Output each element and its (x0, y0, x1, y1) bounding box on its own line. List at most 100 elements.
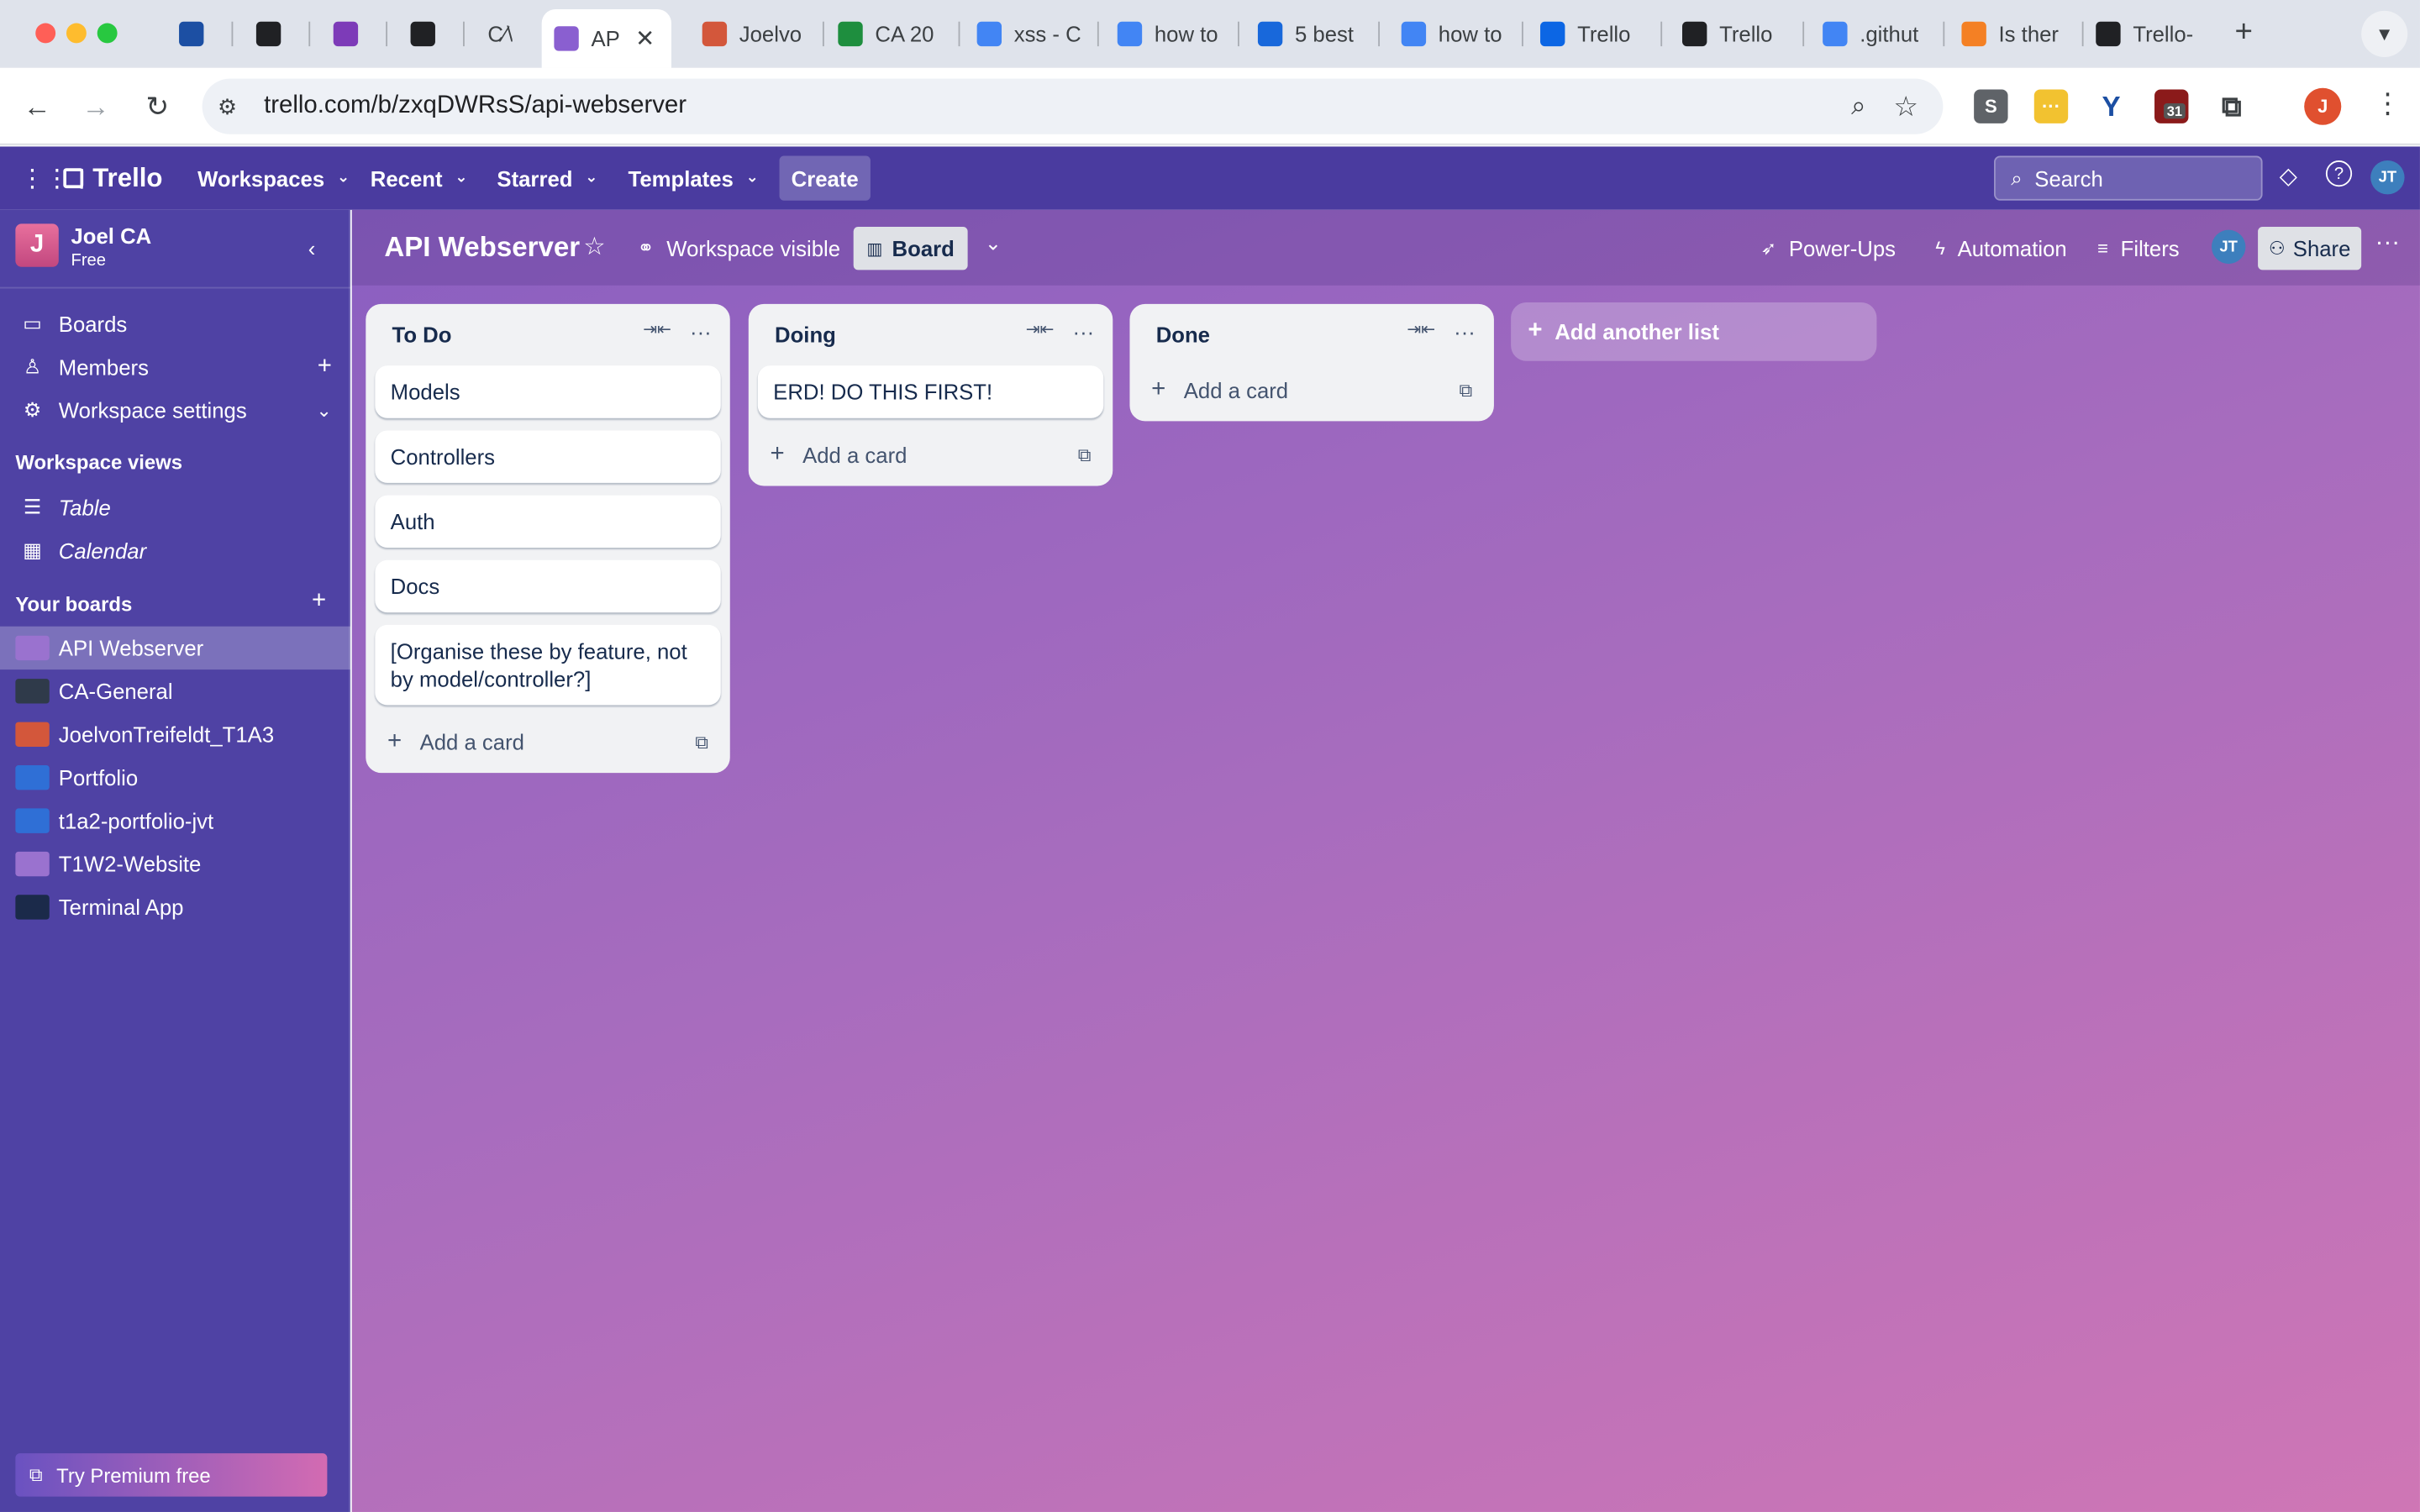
sidebar-board-item[interactable]: Portfolio (0, 756, 350, 799)
extension-dots-icon[interactable]: ··· (2033, 89, 2069, 123)
browser-tab[interactable]: CA 20 (826, 11, 955, 57)
collapse-sidebar-button[interactable]: ‹ (290, 228, 333, 269)
power-ups-button[interactable]: ➶ Power-Ups (1761, 227, 1896, 270)
browser-tab[interactable]: C⁄\ (476, 11, 537, 57)
sidebar-board-item[interactable]: API Webserver (0, 626, 350, 670)
card-template-icon[interactable]: ⧉ (1078, 444, 1092, 467)
filters-button[interactable]: ≡ Filters (2097, 227, 2180, 270)
browser-tab[interactable]: Trello- (2084, 11, 2213, 57)
tab-separator (1660, 21, 1663, 47)
new-tab-button[interactable]: + (2235, 15, 2253, 50)
add-list-button[interactable]: + Add another list (1511, 302, 1877, 361)
sidebar-item-workspace-settings[interactable]: ⚙ Workspace settings ⌄ (0, 389, 350, 432)
bookmark-star-icon[interactable]: ☆ (1893, 90, 1918, 123)
zoom-icon[interactable]: ⌕ (1851, 91, 1866, 122)
list-title[interactable]: To Do (392, 323, 452, 347)
browser-tab[interactable]: 5 best (1245, 11, 1375, 57)
chrome-menu-icon[interactable]: ⋮ (2374, 88, 2402, 121)
browser-tab[interactable] (398, 11, 460, 57)
card-template-icon[interactable]: ⧉ (695, 731, 708, 754)
browser-tab[interactable]: AP ✕ (541, 9, 671, 68)
list-menu-icon[interactable]: ··· (690, 319, 712, 344)
back-button[interactable]: ← (18, 88, 55, 125)
workspaces-menu[interactable]: Workspaces ⌄ (197, 146, 350, 209)
close-tab-icon[interactable]: ✕ (635, 24, 655, 52)
browser-tab[interactable]: Joelvo (690, 11, 819, 57)
extension-s-icon[interactable]: S (1974, 89, 2008, 123)
browser-tab[interactable]: how to (1105, 11, 1234, 57)
card-template-icon[interactable]: ⧉ (1459, 379, 1472, 402)
browser-tab[interactable]: Is ther (1949, 11, 2079, 57)
browser-tab[interactable]: Trello (1670, 11, 1799, 57)
notifications-icon[interactable]: ◇ (2280, 162, 2297, 190)
templates-menu[interactable]: Templates ⌄ (629, 146, 759, 209)
add-card-button[interactable]: + Add a card ⧉ (749, 424, 1113, 486)
search-input[interactable]: ⌕ Search (1994, 155, 2263, 201)
help-icon[interactable]: ? (2325, 160, 2353, 187)
recent-menu[interactable]: Recent ⌄ (371, 146, 468, 209)
list-menu-icon[interactable]: ··· (1073, 319, 1095, 344)
member-avatar[interactable]: JT (2211, 229, 2246, 265)
site-info-icon[interactable]: ⚙ (218, 93, 237, 119)
profile-avatar[interactable]: J (2304, 87, 2342, 125)
browser-tab[interactable]: how to (1389, 11, 1518, 57)
collapse-list-icon[interactable]: ⇥⇤ (1026, 319, 1055, 344)
sidebar-board-item[interactable]: CA-General (0, 669, 350, 712)
sidebar-board-item[interactable]: T1W2-Website (0, 843, 350, 885)
star-icon[interactable]: ☆ (583, 232, 605, 263)
close-window-button[interactable] (35, 23, 56, 44)
browser-tab[interactable]: .githut (1810, 11, 1939, 57)
collapse-list-icon[interactable]: ⇥⇤ (1407, 319, 1435, 344)
visibility-button[interactable]: ⚭ Workspace visible (638, 227, 840, 270)
collapse-list-icon[interactable]: ⇥⇤ (643, 319, 671, 344)
card[interactable]: Models (375, 365, 721, 418)
tab-search-button[interactable]: ▼ (2361, 10, 2408, 57)
browser-tab-title: Is ther (1998, 21, 2059, 47)
list-menu-icon[interactable]: ··· (1454, 319, 1476, 344)
chevron-down-icon[interactable]: ⌄ (985, 232, 1002, 256)
sidebar-item-boards[interactable]: ▭ Boards (0, 302, 350, 345)
trello-logo[interactable]: Trello (63, 146, 163, 209)
extensions-puzzle-icon[interactable]: ⧉ (2215, 90, 2249, 123)
card[interactable]: Docs (375, 559, 721, 613)
reload-button[interactable]: ↻ (139, 88, 176, 125)
ublock-extension-icon[interactable]: 31 (2154, 89, 2189, 123)
browser-tab[interactable]: xss - C (965, 11, 1094, 57)
browser-tab[interactable] (244, 11, 305, 57)
address-bar[interactable]: ⚙ trello.com/b/zxqDWRsS/api-webserver ⌕ … (202, 78, 1944, 134)
share-button[interactable]: ⚇ Share (2258, 226, 2362, 270)
starred-menu[interactable]: Starred ⌄ (497, 146, 597, 209)
add-card-button[interactable]: + Add a card ⧉ (1129, 360, 1493, 421)
more-options-icon[interactable]: ··· (2375, 230, 2400, 258)
board-view-button[interactable]: ▥ Board (853, 226, 968, 270)
browser-tab-title: Trello (1577, 21, 1631, 47)
account-avatar[interactable]: JT (2370, 160, 2405, 195)
sidebar-item-table[interactable]: ☰ Table (0, 486, 350, 529)
sidebar-board-item[interactable]: Terminal App (0, 885, 350, 928)
list-title[interactable]: Done (1156, 323, 1210, 347)
automation-button[interactable]: ϟ Automation (1935, 227, 2066, 270)
forward-button[interactable]: → (77, 88, 114, 125)
sidebar-board-item[interactable]: JoelvonTreifeldt_T1A3 (0, 713, 350, 756)
y-extension-icon[interactable]: Y (2094, 90, 2128, 123)
visibility-label: Workspace visible (666, 236, 841, 261)
try-premium-button[interactable]: ⧉ Try Premium free (15, 1453, 328, 1497)
create-button[interactable]: Create (779, 155, 871, 201)
add-board-icon[interactable]: + (312, 588, 326, 616)
browser-tab[interactable] (321, 11, 382, 57)
maximize-window-button[interactable] (97, 23, 118, 44)
board-title[interactable]: API Webserver (384, 232, 580, 265)
browser-tab[interactable]: Trello (1528, 11, 1657, 57)
list-title[interactable]: Doing (775, 323, 836, 347)
card[interactable]: Auth (375, 495, 721, 549)
add-member-icon[interactable]: + (318, 354, 332, 381)
card[interactable]: [Organise these by feature, not by model… (375, 624, 721, 706)
browser-tab[interactable] (166, 11, 228, 57)
sidebar-item-calendar[interactable]: ▦ Calendar (0, 529, 350, 572)
sidebar-item-members[interactable]: ♙ Members + (0, 345, 350, 388)
sidebar-board-item[interactable]: t1a2-portfolio-jvt (0, 799, 350, 842)
minimize-window-button[interactable] (66, 23, 87, 44)
add-card-button[interactable]: + Add a card ⧉ (366, 711, 729, 773)
card[interactable]: Controllers (375, 430, 721, 483)
card[interactable]: ERD! DO THIS FIRST! (757, 365, 1104, 418)
